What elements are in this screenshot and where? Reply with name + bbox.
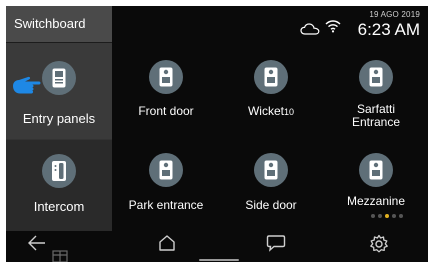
back-arrow-icon bbox=[28, 235, 45, 251]
settings-button[interactable] bbox=[369, 234, 389, 259]
tile-label-suffix: 10 bbox=[283, 107, 294, 117]
door-panel-icon bbox=[359, 60, 393, 94]
tile-label: Wicket10 bbox=[219, 105, 323, 119]
entry-panel-icon bbox=[42, 61, 76, 95]
wifi-icon bbox=[325, 19, 341, 38]
pagination-dot[interactable] bbox=[371, 214, 375, 218]
status-time: 6:23 AM bbox=[357, 20, 420, 39]
door-panel-icon bbox=[359, 153, 393, 187]
tile-label: Mezzanine bbox=[346, 194, 406, 208]
door-panel-icon bbox=[254, 153, 288, 187]
status-bar: 19 AGO 2019 6:23 AM bbox=[112, 6, 428, 42]
sidebar-item-label: Intercom bbox=[33, 199, 85, 214]
door-panel-icon bbox=[254, 60, 288, 94]
pagination-dot[interactable] bbox=[392, 214, 396, 218]
back-button[interactable] bbox=[27, 234, 47, 257]
sidebar: Switchboard Entry panels Intercom bbox=[6, 6, 112, 231]
bottom-nav bbox=[6, 231, 428, 262]
chat-icon bbox=[266, 235, 286, 252]
pagination-dots[interactable] bbox=[371, 214, 403, 218]
status-date: 19 AGO 2019 bbox=[369, 10, 420, 19]
tile-wicket[interactable]: Wicket10 bbox=[219, 46, 323, 138]
tile-label-text: Wicket bbox=[247, 104, 284, 118]
tile-side-door[interactable]: Side door bbox=[219, 139, 323, 231]
tile-label: Side door bbox=[245, 198, 297, 212]
sidebar-item-label: Entry panels bbox=[22, 111, 96, 126]
home-button[interactable] bbox=[158, 234, 176, 257]
chat-button[interactable] bbox=[266, 234, 286, 257]
pagination-dot[interactable] bbox=[378, 214, 382, 218]
door-panel-icon bbox=[149, 153, 183, 187]
tile-sarfatti-entrance[interactable]: Sarfatti Entrance bbox=[324, 46, 428, 138]
cloud-icon bbox=[300, 22, 320, 40]
tile-front-door[interactable]: Front door bbox=[114, 46, 218, 138]
door-panel-icon bbox=[149, 60, 183, 94]
pointing-hand-icon bbox=[12, 74, 44, 101]
tile-label: Front door bbox=[138, 104, 194, 118]
pagination-dot[interactable] bbox=[385, 214, 389, 218]
tile-label: Park entrance bbox=[128, 198, 204, 212]
tile-park-entrance[interactable]: Park entrance bbox=[114, 139, 218, 231]
home-indicator bbox=[199, 259, 239, 261]
settings-gear-icon bbox=[370, 234, 388, 253]
home-icon bbox=[159, 235, 175, 251]
pagination-dot[interactable] bbox=[399, 214, 403, 218]
grid-icon bbox=[52, 249, 68, 262]
intercom-handset-icon bbox=[42, 154, 76, 188]
screen: Switchboard Entry panels Intercom 19 AGO… bbox=[6, 6, 428, 262]
sidebar-item-intercom[interactable]: Intercom bbox=[6, 140, 112, 231]
sidebar-title[interactable]: Switchboard bbox=[6, 6, 112, 42]
tile-label: Sarfatti Entrance bbox=[351, 102, 401, 129]
